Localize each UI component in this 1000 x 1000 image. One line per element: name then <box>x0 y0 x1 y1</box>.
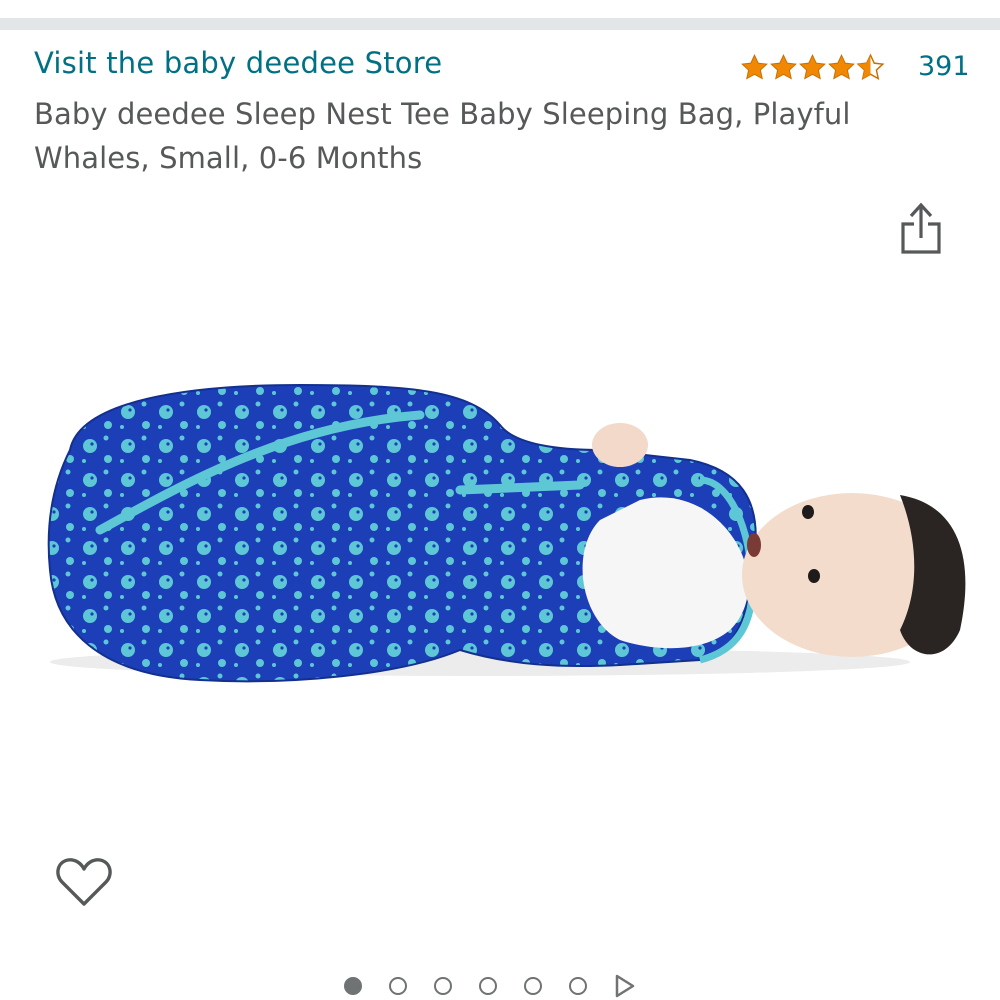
star-full-icon <box>799 53 826 80</box>
heart-outline-icon <box>56 858 112 906</box>
wishlist-button[interactable] <box>54 852 114 912</box>
share-icon <box>901 202 941 254</box>
carousel-dot[interactable] <box>524 977 542 995</box>
rating-summary[interactable]: 391 <box>740 50 970 84</box>
play-triangle-icon[interactable] <box>614 973 636 999</box>
carousel-dot[interactable] <box>434 977 452 995</box>
carousel-dot[interactable] <box>344 977 362 995</box>
star-half-icon <box>856 52 885 80</box>
header-divider <box>0 18 1000 30</box>
star-full-icon <box>741 53 768 80</box>
star-full-icon <box>770 53 797 80</box>
image-carousel-indicator <box>344 972 636 1000</box>
product-title: Baby deedee Sleep Nest Tee Baby Sleeping… <box>34 97 851 175</box>
product-image[interactable] <box>40 330 980 700</box>
carousel-dot[interactable] <box>569 977 587 995</box>
top-spacer <box>0 0 1000 18</box>
star-full-icon <box>828 53 855 80</box>
baby-sleeping-bag-photo <box>47 383 966 683</box>
carousel-dot[interactable] <box>479 977 497 995</box>
star-rating <box>740 52 885 82</box>
rating-count[interactable]: 391 <box>918 51 970 82</box>
visit-store-link[interactable]: Visit the baby deedee Store <box>34 46 442 80</box>
carousel-dot[interactable] <box>389 977 407 995</box>
share-button[interactable] <box>898 200 944 256</box>
